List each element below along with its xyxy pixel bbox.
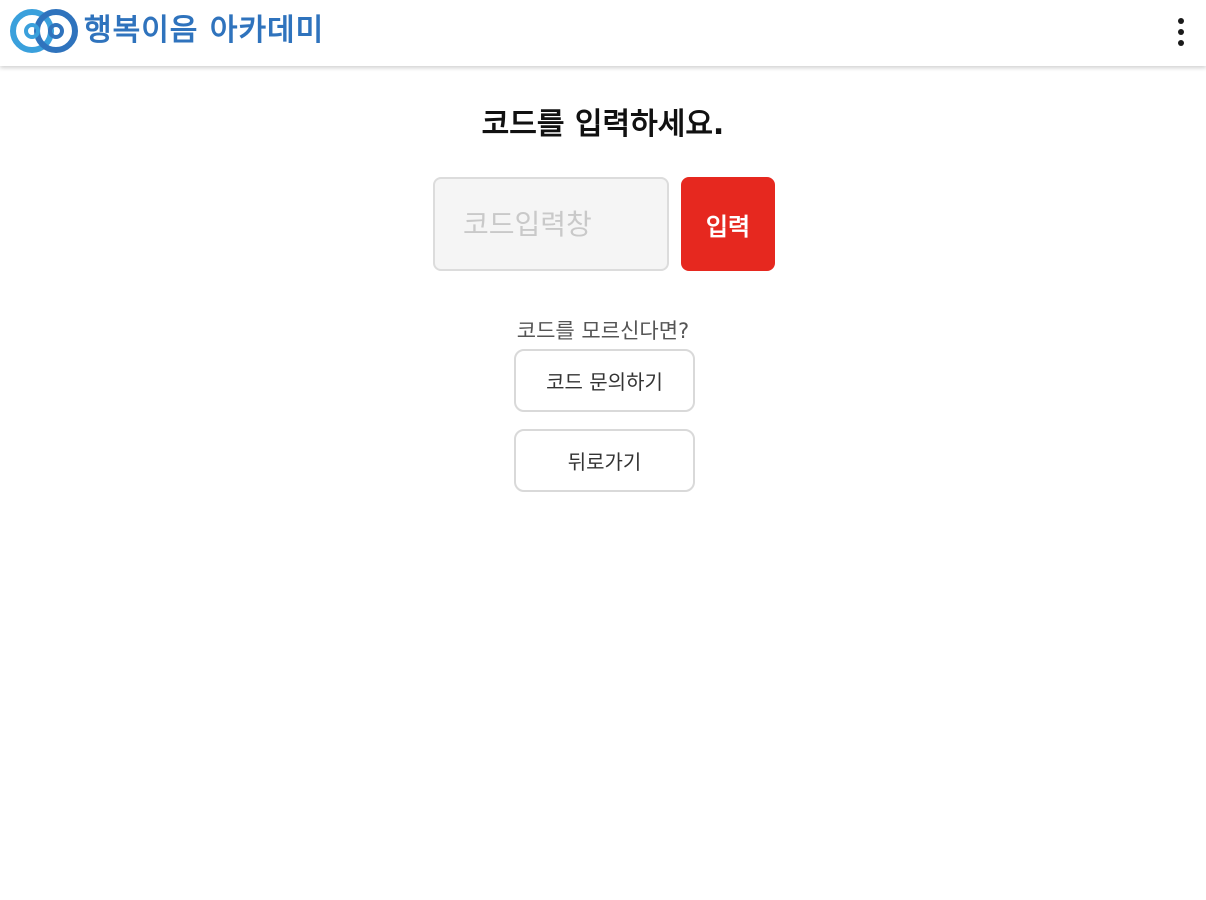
logo-double-circle-icon: [10, 9, 78, 53]
back-button[interactable]: 뒤로가기: [514, 429, 695, 492]
more-vertical-icon-dot: [1178, 29, 1184, 35]
code-input[interactable]: [433, 177, 669, 271]
logo[interactable]: 행복이음 아카데미: [10, 8, 324, 54]
more-vertical-icon: [1178, 18, 1184, 24]
page-title: 코드를 입력하세요.: [481, 107, 725, 142]
help-text: 코드를 모르신다면?: [516, 319, 690, 343]
app-header: 행복이음 아카데미: [0, 0, 1206, 66]
logo-text: 행복이음 아카데미: [84, 13, 325, 48]
submit-button[interactable]: 입력: [681, 177, 775, 271]
more-menu-button[interactable]: [1168, 12, 1194, 52]
more-vertical-icon-dot: [1178, 40, 1184, 46]
code-inquiry-button[interactable]: 코드 문의하기: [514, 349, 695, 412]
